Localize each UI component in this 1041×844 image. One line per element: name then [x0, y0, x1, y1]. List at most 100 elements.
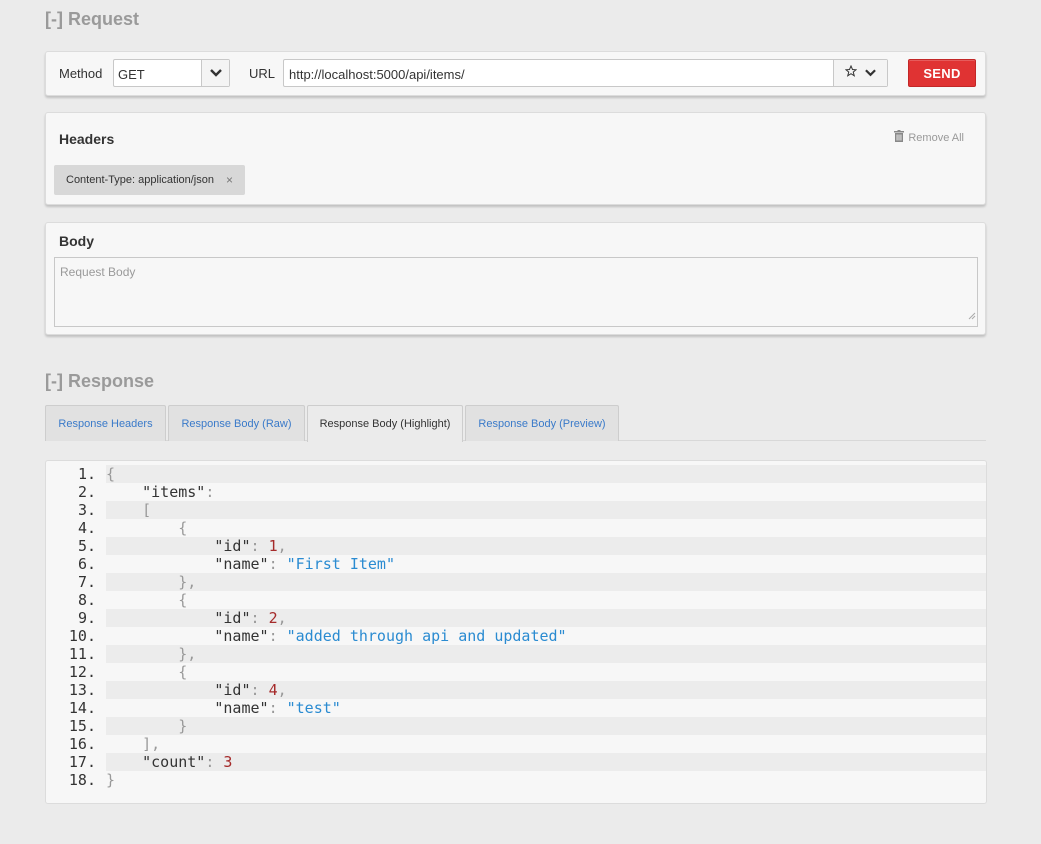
chevron-down-icon[interactable]: [201, 60, 229, 86]
body-heading: Body: [59, 233, 94, 249]
code-text: [: [106, 501, 151, 519]
response-section-toggle[interactable]: [-] Response: [45, 371, 154, 392]
code-text: },: [106, 573, 196, 591]
line-number: 15.: [68, 717, 96, 735]
response-body-code[interactable]: 1.{2. "items": 3. [4. {5. "id": 1, 6. "nam…: [45, 460, 987, 804]
response-tabs: Response Headers Response Body (Raw) Res…: [45, 405, 986, 442]
code-text: },: [106, 645, 196, 663]
send-button[interactable]: SEND: [908, 59, 976, 87]
line-number: 8.: [77, 591, 96, 609]
code-token: :: [268, 555, 287, 573]
line-number: 13.: [68, 681, 96, 699]
code-text: "id": 1,: [106, 537, 287, 555]
code-text: {: [106, 465, 115, 483]
code-token: },: [106, 573, 197, 591]
code-token: {: [106, 465, 116, 483]
code-text: "name": "First Item": [106, 555, 395, 573]
code-token: "id": [106, 681, 251, 699]
code-text: }: [106, 771, 115, 789]
close-icon[interactable]: ×: [226, 173, 233, 187]
url-input[interactable]: http://localhost:5000/api/items/: [283, 59, 888, 87]
code-text: }: [106, 717, 187, 735]
code-text: "id": 2,: [106, 609, 286, 627]
code-line: 14. "name": "test": [46, 699, 986, 717]
line-number: 4.: [77, 519, 96, 537]
code-token: "name": [106, 555, 269, 573]
line-number: 10.: [68, 627, 96, 645]
line-number: 5.: [77, 537, 96, 555]
tab-response-body-preview[interactable]: Response Body (Preview): [465, 405, 619, 441]
code-text: "items":: [106, 483, 214, 501]
line-number: 7.: [77, 573, 96, 591]
line-number: 17.: [68, 753, 96, 771]
code-token: "id": [106, 609, 251, 627]
method-value: GET: [118, 67, 145, 82]
code-line: 12. {: [46, 663, 986, 681]
code-line-stripe: [106, 483, 986, 501]
code-line-stripe: [106, 465, 986, 483]
code-token: {: [106, 519, 188, 537]
request-section-toggle[interactable]: [-] Request: [45, 9, 139, 30]
url-value[interactable]: http://localhost:5000/api/items/: [289, 67, 465, 82]
chevron-down-icon[interactable]: [865, 64, 876, 82]
code-token: :: [250, 681, 269, 699]
code-line: 2. "items":: [46, 483, 986, 501]
code-token: {: [106, 591, 188, 609]
trash-icon: [894, 130, 905, 145]
line-number: 14.: [68, 699, 96, 717]
code-token: 4: [268, 681, 278, 699]
body-panel: Body Request Body: [45, 222, 986, 335]
code-token: "count": [106, 753, 206, 771]
line-number: 11.: [68, 645, 96, 663]
code-line: 1. {: [46, 465, 986, 483]
code-token: :: [250, 609, 269, 627]
code-line-stripe: [106, 663, 986, 681]
tab-response-body-raw[interactable]: Response Body (Raw): [168, 405, 305, 441]
code-line-stripe: [106, 591, 986, 609]
tab-response-body-highlight[interactable]: Response Body (Highlight): [307, 405, 463, 442]
code-text: "count": 3: [106, 753, 232, 771]
method-select[interactable]: GET: [113, 59, 230, 87]
code-token: "added through api and updated": [286, 627, 567, 645]
url-label: URL: [249, 66, 276, 81]
header-tag-label: Content-Type: application/json: [66, 174, 214, 186]
code-token: :: [250, 537, 269, 555]
line-number: 2.: [77, 483, 96, 501]
code-text: "name": "added through api and updated": [106, 627, 567, 645]
header-tag[interactable]: Content-Type: application/json ×: [54, 165, 245, 195]
url-history-addon[interactable]: [833, 60, 887, 86]
code-token: :: [268, 627, 287, 645]
code-line-stripe: [106, 753, 986, 771]
code-line-stripe: [106, 573, 986, 591]
tab-response-headers[interactable]: Response Headers: [45, 405, 166, 441]
request-body-placeholder: Request Body: [60, 265, 136, 279]
code-line: 15. }: [46, 717, 986, 735]
code-line: 8. {: [46, 591, 986, 609]
code-token: ,: [277, 681, 287, 699]
code-line: 7. },: [46, 573, 986, 591]
code-token: 2: [268, 609, 278, 627]
headers-heading: Headers: [59, 131, 115, 147]
code-line: 10. "name": "added through api and updat…: [46, 627, 986, 645]
code-line-stripe: [106, 501, 986, 519]
headers-panel: Headers Remove All Content-Type: applica…: [45, 112, 986, 205]
remove-all-label: Remove All: [908, 131, 964, 144]
code-line: 13. "id": 4,: [46, 681, 986, 699]
code-line: 11. },: [46, 645, 986, 663]
request-body-textarea[interactable]: Request Body: [54, 257, 978, 327]
code-token: [: [106, 501, 152, 519]
code-line: 16. ],: [46, 735, 986, 753]
code-token: "id": [106, 537, 251, 555]
code-token: ,: [277, 537, 287, 555]
code-token: "items": [106, 483, 206, 501]
resize-grip-icon[interactable]: [967, 307, 976, 325]
remove-all-button[interactable]: Remove All: [894, 130, 964, 145]
line-number: 9.: [77, 609, 96, 627]
code-token: "First Item": [286, 555, 395, 573]
code-token: 3: [223, 753, 233, 771]
code-token: {: [106, 663, 188, 681]
star-icon[interactable]: [844, 64, 858, 82]
request-url-panel: Method GET URL http://localhost:5000/api…: [45, 51, 986, 96]
code-text: {: [106, 663, 187, 681]
code-line: 9. "id": 2,: [46, 609, 986, 627]
